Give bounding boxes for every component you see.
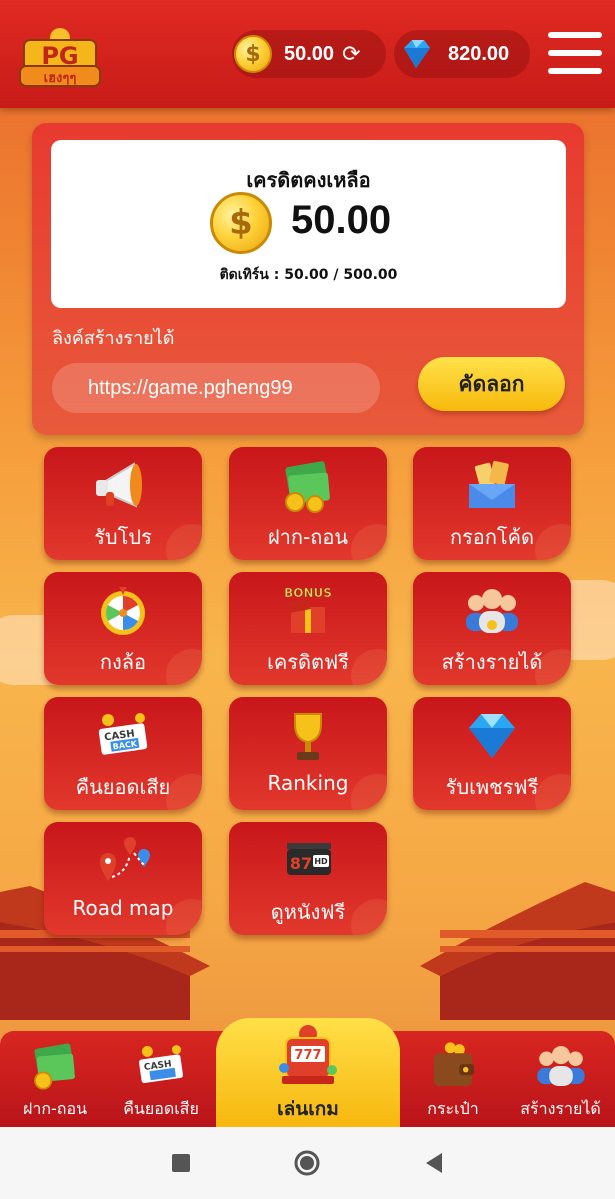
- wheel-icon: [101, 587, 145, 635]
- home-icon[interactable]: [293, 1149, 321, 1177]
- money-icon: [285, 461, 330, 513]
- money-icon: [34, 1043, 75, 1090]
- credit-panel: เครดิตคงเหลือ $ 50.00 ติดเทิร์น : 50.00 …: [32, 123, 584, 435]
- nav-label: สร้างรายได้: [520, 1099, 601, 1118]
- credit-amount: 50.00: [291, 198, 392, 242]
- svg-text:HD: HD: [314, 857, 328, 866]
- cashback-icon: CASH BACK: [98, 713, 148, 755]
- nav-earn-income[interactable]: สร้างรายได้: [506, 1031, 615, 1127]
- hamburger-menu-icon[interactable]: [548, 32, 602, 74]
- megaphone-icon: [96, 462, 142, 508]
- menu-tile-label: รับโปร: [94, 525, 152, 549]
- menu-tile-label: รับเพชรฟรี: [445, 775, 539, 799]
- system-nav-bar: [0, 1127, 615, 1199]
- menu-tile-wheel[interactable]: กงล้อ: [44, 572, 202, 685]
- menu-tile-label: กรอกโค้ด: [449, 525, 535, 549]
- menu-tile-cashback[interactable]: CASH BACK คืนยอดเสีย: [44, 697, 202, 810]
- menu-tile-ranking[interactable]: Ranking: [229, 697, 387, 810]
- credit-title: เครดิตคงเหลือ: [246, 168, 371, 192]
- gem-balance-pill: 820.00: [394, 30, 530, 78]
- coin-icon: $: [234, 35, 272, 73]
- coupon-icon: [469, 460, 515, 508]
- svg-text:87: 87: [290, 854, 312, 873]
- coin-icon: $: [210, 192, 272, 254]
- refresh-icon[interactable]: ⟳: [342, 42, 360, 67]
- svg-text:BONUS: BONUS: [284, 586, 332, 600]
- menu-tile-label: Road map: [72, 896, 174, 920]
- top-bar: PG เฮงๆๆ $ 50.00 ⟳ 820.00: [0, 0, 615, 108]
- referral-link-input[interactable]: [52, 363, 380, 413]
- gem-balance-value: 820.00: [448, 42, 510, 65]
- trophy-icon: [294, 713, 322, 760]
- menu-tile-deposit-withdraw[interactable]: ฝาก-ถอน: [229, 447, 387, 560]
- menu-tile-free-gems[interactable]: รับเพชรฟรี: [413, 697, 571, 810]
- menu-tile-label: ฝาก-ถอน: [267, 525, 349, 549]
- menu-tile-road-map[interactable]: Road map: [44, 822, 202, 935]
- menu-tile-free-movies[interactable]: 87 HD ดูหนังฟรี: [229, 822, 387, 935]
- turnover-text: ติดเทิร์น : 50.00 / 500.00: [219, 267, 398, 283]
- menu-tile-free-credit[interactable]: BONUS เครดิตฟรี: [229, 572, 387, 685]
- credit-card: เครดิตคงเหลือ $ 50.00 ติดเทิร์น : 50.00 …: [51, 140, 566, 308]
- nav-label: เล่นเกม: [277, 1098, 339, 1120]
- menu-tile-promotion[interactable]: รับโปร: [44, 447, 202, 560]
- svg-text:777: 777: [294, 1048, 321, 1063]
- team-icon: [536, 1046, 585, 1086]
- cashback-icon: CASH: [139, 1045, 183, 1083]
- referral-link-label: ลิงค์สร้างรายได้: [52, 328, 175, 349]
- nav-label: กระเป๋า: [427, 1099, 479, 1118]
- menu-tile-label: Ranking: [267, 771, 349, 795]
- credit-balance-pill: $ 50.00 ⟳: [232, 30, 386, 78]
- menu-tile-label: กงล้อ: [99, 650, 147, 674]
- team-icon: [466, 589, 518, 633]
- site-logo[interactable]: PG เฮงๆๆ: [12, 26, 108, 90]
- credit-balance-value: 50.00: [284, 42, 335, 65]
- menu-tile-label: ดูหนังฟรี: [270, 900, 346, 924]
- nav-cashback[interactable]: CASH คืนยอดเสีย: [106, 1031, 216, 1127]
- map-pin-icon: [100, 837, 150, 881]
- movie-icon: 87 HD: [287, 843, 331, 875]
- svg-text:PG: PG: [41, 42, 78, 70]
- recent-apps-icon[interactable]: [167, 1149, 195, 1177]
- slot-machine-icon: 777: [279, 1025, 337, 1084]
- nav-label: ฝาก-ถอน: [22, 1099, 88, 1118]
- menu-tile-label: เครดิตฟรี: [267, 650, 349, 674]
- menu-tile-redeem-code[interactable]: กรอกโค้ด: [413, 447, 571, 560]
- copy-button[interactable]: คัดลอก: [418, 357, 565, 411]
- menu-tile-label: คืนยอดเสีย: [75, 775, 171, 799]
- nav-play-game[interactable]: 777 เล่นเกม: [216, 1018, 400, 1127]
- bonus-box-icon: BONUS: [284, 586, 332, 633]
- temple-roof-right: [420, 882, 615, 1020]
- menu-tile-label: สร้างรายได้: [441, 650, 543, 674]
- svg-text:เฮงๆๆ: เฮงๆๆ: [44, 71, 77, 86]
- wallet-icon: [433, 1042, 474, 1086]
- menu-tile-earn-income[interactable]: สร้างรายได้: [413, 572, 571, 685]
- diamond-icon: [404, 40, 430, 68]
- nav-deposit-withdraw[interactable]: ฝาก-ถอน: [0, 1031, 110, 1127]
- nav-label: คืนยอดเสีย: [123, 1099, 199, 1118]
- nav-wallet[interactable]: กระเป๋า: [400, 1031, 506, 1127]
- back-icon[interactable]: [420, 1149, 448, 1177]
- diamond-icon: [469, 714, 515, 758]
